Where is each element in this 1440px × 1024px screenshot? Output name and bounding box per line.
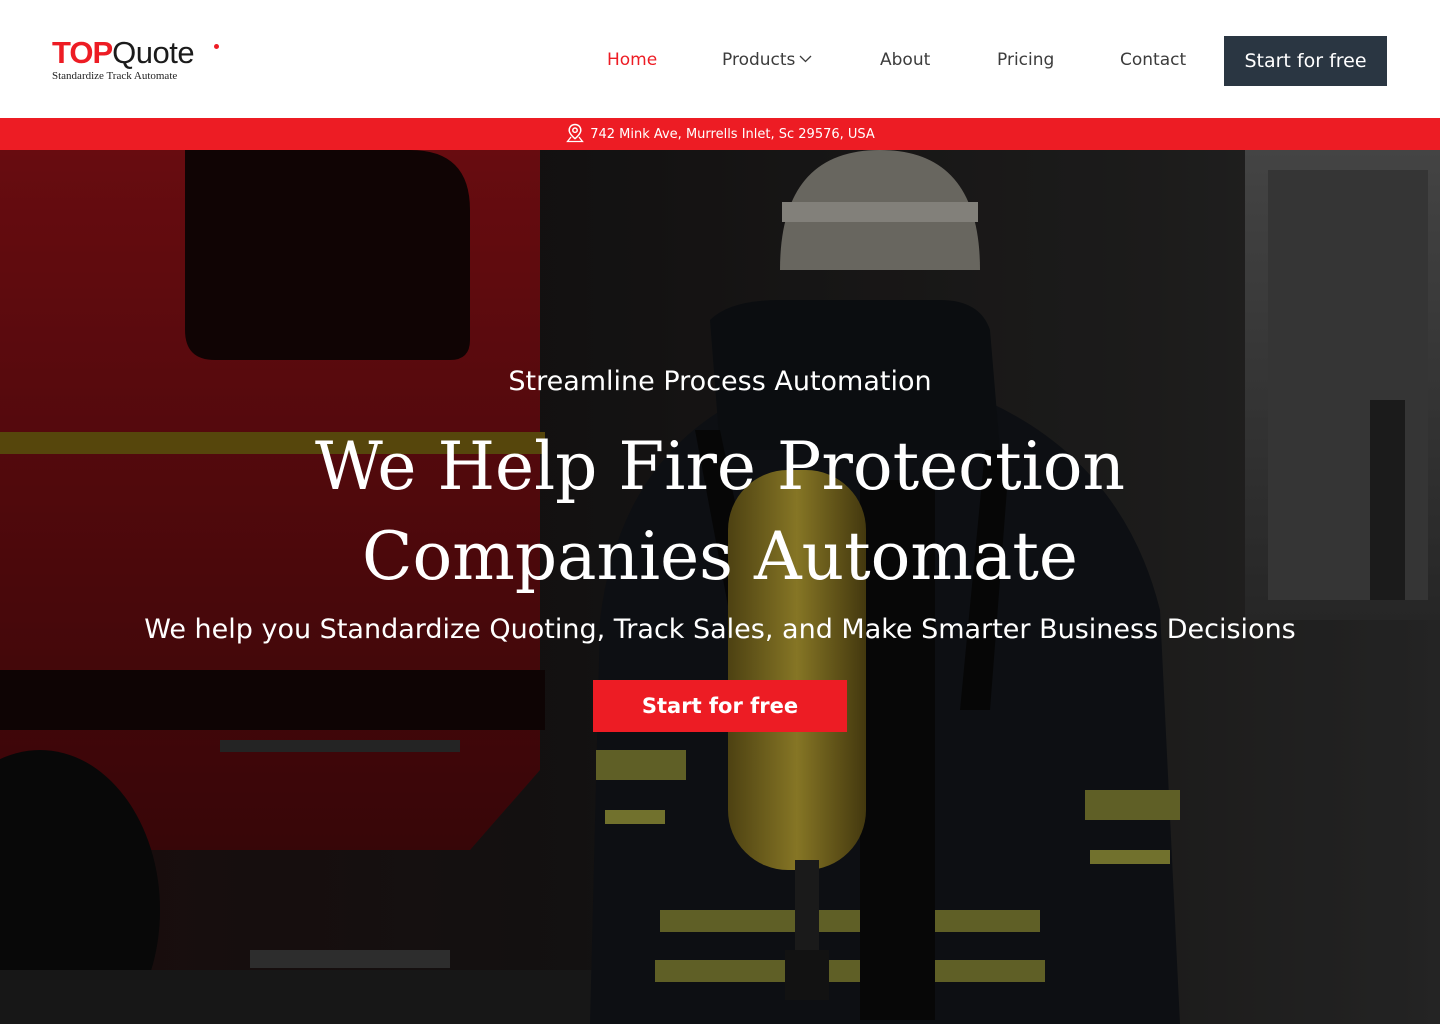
hero-start-free-button[interactable]: Start for free bbox=[593, 680, 847, 732]
nav-contact[interactable]: Contact bbox=[1120, 47, 1186, 73]
nav-products-label: Products bbox=[722, 50, 796, 70]
nav-about[interactable]: About bbox=[880, 47, 930, 73]
map-pin-icon bbox=[566, 123, 585, 143]
logo-tagline: Standardize Track Automate bbox=[52, 70, 178, 82]
address-text: 742 Mink Ave, Murrells Inlet, Sc 29576, … bbox=[590, 126, 875, 142]
hero-subtitle: We help you Standardize Quoting, Track S… bbox=[144, 614, 1296, 645]
logo-quote-text: Quote bbox=[112, 35, 195, 70]
site-header: TOPQuote Standardize Track Automate Home… bbox=[0, 0, 1440, 118]
hero-content: Streamline Process Automation We Help Fi… bbox=[0, 150, 1440, 1024]
logo-top-text: TOP bbox=[52, 35, 113, 70]
address-bar: 742 Mink Ave, Murrells Inlet, Sc 29576, … bbox=[0, 118, 1440, 150]
chevron-down-icon bbox=[799, 55, 812, 63]
nav-products[interactable]: Products bbox=[722, 47, 812, 73]
nav-pricing[interactable]: Pricing bbox=[997, 47, 1054, 73]
hero-section: Streamline Process Automation We Help Fi… bbox=[0, 150, 1440, 1024]
logo[interactable]: TOPQuote Standardize Track Automate bbox=[52, 36, 252, 86]
hero-title: We Help Fire Protection Companies Automa… bbox=[314, 428, 1126, 595]
hero-eyebrow: Streamline Process Automation bbox=[508, 366, 932, 397]
nav-home[interactable]: Home bbox=[607, 47, 657, 73]
logo-dot-icon bbox=[214, 44, 219, 49]
header-start-free-button[interactable]: Start for free bbox=[1224, 36, 1387, 86]
